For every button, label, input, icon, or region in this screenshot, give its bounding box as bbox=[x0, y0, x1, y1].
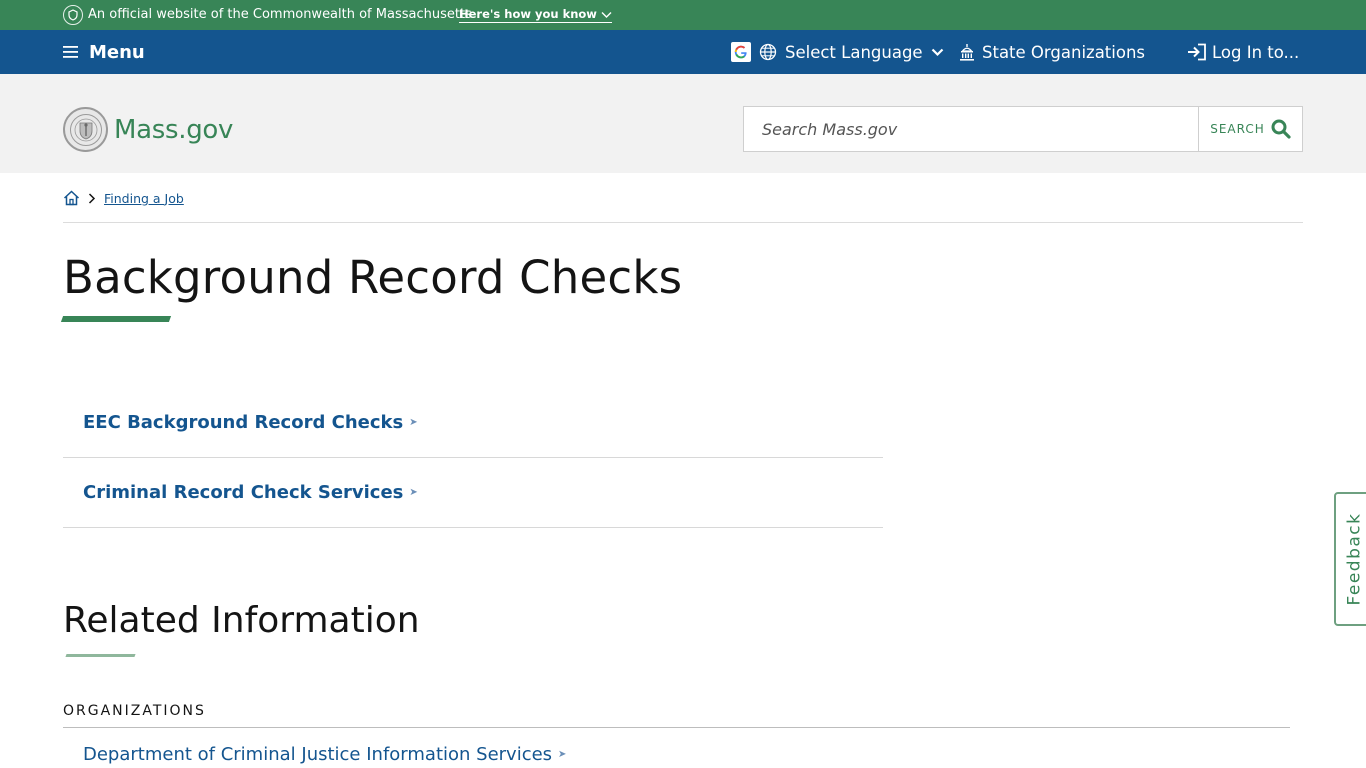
login-label: Log In to... bbox=[1212, 42, 1300, 62]
hamburger-icon bbox=[63, 46, 78, 58]
menu-button[interactable]: Menu bbox=[63, 40, 145, 64]
official-site-text: An official website of the Commonwealth … bbox=[88, 7, 472, 22]
link-list: EEC Background Record Checks ➤ Criminal … bbox=[63, 388, 883, 528]
utility-nav: Menu Select Language State Organizations… bbox=[0, 30, 1366, 74]
search-button[interactable]: SEARCH bbox=[1198, 107, 1302, 151]
language-label: Select Language bbox=[785, 42, 923, 62]
chevron-down-icon bbox=[931, 48, 943, 56]
related-underline bbox=[65, 654, 136, 657]
home-icon[interactable] bbox=[63, 190, 80, 206]
dcjis-link[interactable]: Department of Criminal Justice Informati… bbox=[83, 744, 566, 765]
page-title: Background Record Checks bbox=[63, 251, 683, 304]
commonwealth-seal-icon bbox=[63, 107, 108, 152]
globe-icon bbox=[759, 43, 777, 61]
feedback-tab[interactable]: Feedback bbox=[1334, 492, 1366, 626]
arrow-right-icon: ➤ bbox=[558, 749, 567, 760]
logo-text: Mass.gov bbox=[114, 114, 234, 145]
language-selector[interactable]: Select Language bbox=[731, 40, 944, 64]
login-button[interactable]: Log In to... bbox=[1187, 40, 1299, 64]
breadcrumb: Finding a Job bbox=[63, 190, 184, 206]
eec-background-record-checks-link[interactable]: EEC Background Record Checks ➤ bbox=[83, 412, 418, 433]
google-translate-icon bbox=[731, 42, 751, 62]
heres-how-you-know-link[interactable]: Here's how you know bbox=[459, 7, 612, 23]
mass-gov-logo[interactable]: Mass.gov bbox=[63, 107, 233, 152]
seal-icon bbox=[63, 5, 83, 25]
official-site-banner: An official website of the Commonwealth … bbox=[0, 0, 1366, 30]
chevron-right-icon bbox=[88, 192, 96, 204]
search-icon bbox=[1271, 119, 1291, 139]
feedback-label: Feedback bbox=[1344, 512, 1364, 606]
breadcrumb-finding-a-job[interactable]: Finding a Job bbox=[104, 191, 184, 206]
search-form: SEARCH bbox=[743, 106, 1303, 152]
organizations-label: ORGANIZATIONS bbox=[63, 703, 206, 719]
capitol-building-icon bbox=[960, 43, 974, 61]
breadcrumb-divider bbox=[63, 222, 1303, 223]
list-item: EEC Background Record Checks ➤ bbox=[63, 388, 883, 458]
arrow-right-icon: ➤ bbox=[409, 487, 418, 498]
organizations-divider bbox=[63, 727, 1290, 728]
login-icon bbox=[1188, 43, 1206, 61]
search-input[interactable] bbox=[744, 107, 1198, 151]
state-organizations-button[interactable]: State Organizations bbox=[959, 40, 1145, 64]
related-information-heading: Related Information bbox=[63, 600, 420, 641]
search-button-label: SEARCH bbox=[1210, 122, 1265, 136]
arrow-right-icon: ➤ bbox=[409, 417, 418, 428]
title-underline bbox=[60, 316, 172, 322]
menu-label: Menu bbox=[89, 41, 145, 63]
list-item: Criminal Record Check Services ➤ bbox=[63, 458, 883, 528]
state-organizations-label: State Organizations bbox=[982, 42, 1146, 62]
criminal-record-check-services-link[interactable]: Criminal Record Check Services ➤ bbox=[83, 482, 418, 503]
site-header: Mass.gov SEARCH bbox=[0, 74, 1366, 173]
chevron-down-icon bbox=[601, 11, 612, 18]
